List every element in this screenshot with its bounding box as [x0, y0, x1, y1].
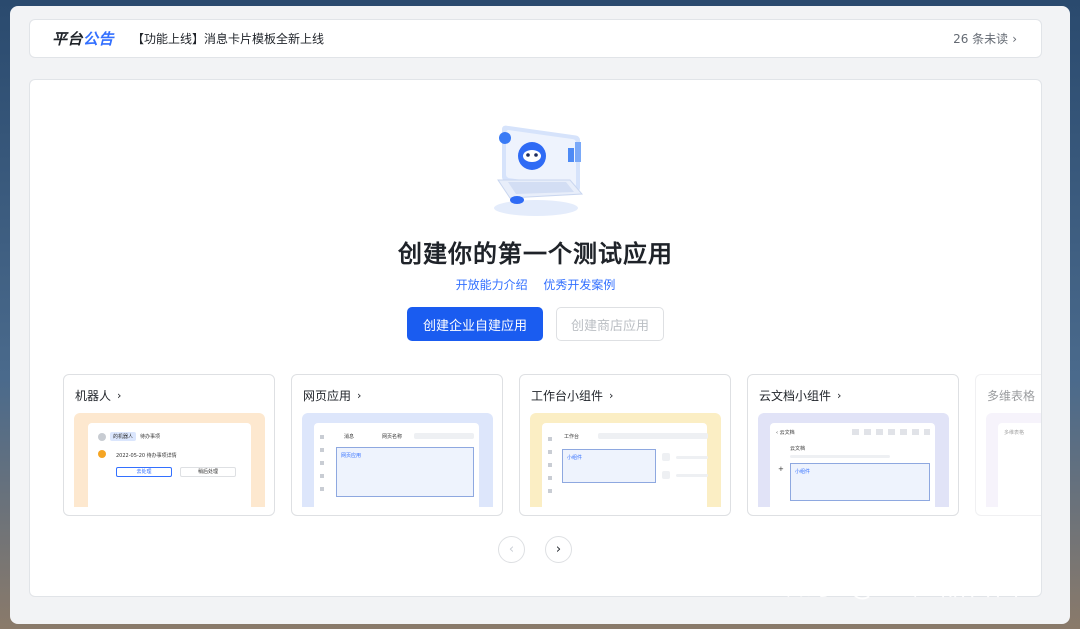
chevron-right-icon: ›	[555, 542, 562, 557]
chevron-left-icon: ‹	[508, 542, 515, 557]
create-store-app-button[interactable]: 创建商店应用	[556, 307, 664, 341]
unread-count: 26 条未读	[953, 32, 1009, 46]
card-multidim-table[interactable]: 多维表格 多维表格	[975, 374, 1041, 516]
card-doc-widget[interactable]: 云文档小组件 › ‹ 云文档 云文档 + 小组件	[747, 374, 959, 516]
toolbar-icons	[852, 429, 930, 435]
help-links: 开放能力介绍 优秀开发案例	[30, 276, 1041, 293]
chevron-right-icon: ›	[837, 389, 842, 402]
sidebar-icons	[320, 435, 324, 495]
later-button: 稍后处理	[180, 467, 236, 477]
search-bar	[414, 433, 474, 439]
sidebar-icons	[548, 437, 552, 495]
doc-body-title: 云文档	[790, 446, 806, 452]
widget-frame: 小组件	[562, 449, 656, 483]
doc-line	[790, 455, 890, 458]
announcement-brand: 平台公告	[52, 28, 114, 49]
preview-window: ‹ 云文档 云文档 + 小组件	[770, 423, 935, 507]
avatar	[98, 433, 106, 441]
preview-window: 工作台 小组件	[542, 423, 708, 507]
todo-date-line: 2022-05-20 待办事项详情	[116, 453, 177, 459]
doc-widget-label: 小组件	[795, 469, 811, 475]
card-preview: ‹ 云文档 云文档 + 小组件	[758, 413, 949, 507]
web-app-label: 网页应用	[341, 453, 362, 459]
card-workbench-widget[interactable]: 工作台小组件 › 工作台 小组件	[519, 374, 731, 516]
card-title: 机器人	[75, 389, 112, 403]
card-label: 云文档小组件 ›	[759, 387, 841, 404]
placeholder-line	[676, 474, 708, 477]
placeholder-line	[676, 456, 708, 459]
card-label: 工作台小组件 ›	[531, 387, 613, 404]
chevron-right-icon: ›	[1012, 31, 1017, 46]
carousel-prev-button[interactable]: ‹	[498, 536, 525, 563]
plus-icon: +	[778, 465, 784, 473]
table-title: 多维表格	[1004, 430, 1025, 436]
card-label: 机器人 ›	[75, 387, 121, 404]
bot-tag: 待办事项	[140, 434, 161, 440]
card-preview: 多维表格	[986, 413, 1041, 507]
card-title: 工作台小组件	[531, 389, 604, 403]
placeholder-block	[662, 453, 670, 461]
web-app-frame: 网页应用	[336, 447, 474, 497]
carousel-next-button[interactable]: ›	[545, 536, 572, 563]
card-preview: 的机器人 待办事项 2022-05-20 待办事项详情 去处理 稍后处理	[74, 413, 265, 507]
chevron-right-icon: ›	[117, 389, 122, 402]
card-title: 多维表格	[987, 389, 1036, 403]
main-panel: 创建你的第一个测试应用 开放能力介绍 优秀开发案例 创建企业自建应用 创建商店应…	[29, 79, 1042, 597]
preview-window: 消息 网页名称 网页应用	[314, 423, 479, 507]
chevron-right-icon: ›	[357, 389, 362, 402]
create-enterprise-app-button[interactable]: 创建企业自建应用	[407, 307, 543, 341]
laptop-robot-illustration	[494, 125, 584, 216]
card-label: 多维表格	[987, 387, 1035, 404]
card-title: 网页应用	[303, 389, 352, 403]
widget-label: 小组件	[567, 455, 583, 461]
card-web-app[interactable]: 网页应用 › 消息 网页名称 网页应用	[291, 374, 503, 516]
unread-count-link[interactable]: 26 条未读 ›	[953, 30, 1017, 47]
announcement-message[interactable]: 【功能上线】消息卡片模板全新上线	[132, 30, 324, 47]
tab-workbench: 工作台	[564, 434, 580, 440]
announcement-bar[interactable]: 平台公告 【功能上线】消息卡片模板全新上线 26 条未读 ›	[29, 19, 1042, 58]
preview-window: 多维表格	[998, 423, 1041, 507]
bot-name-tag: 的机器人	[110, 432, 137, 441]
handle-button: 去处理	[116, 467, 172, 477]
card-preview: 工作台 小组件	[530, 413, 721, 507]
preview-window: 的机器人 待办事项 2022-05-20 待办事项详情 去处理 稍后处理	[88, 423, 251, 507]
search-bar	[598, 433, 708, 439]
tab-web-name: 网页名称	[382, 434, 403, 440]
card-robot[interactable]: 机器人 › 的机器人 待办事项 2022-05-20 待办事项详情 去处理 稍后…	[63, 374, 275, 516]
card-label: 网页应用 ›	[303, 387, 361, 404]
brand-text-part1: 平台	[52, 30, 84, 48]
tab-messages: 消息	[344, 434, 355, 440]
page-title: 创建你的第一个测试应用	[398, 240, 673, 268]
doc-title: ‹ 云文档	[776, 430, 795, 436]
placeholder-block	[662, 471, 670, 479]
card-preview: 消息 网页名称 网页应用	[302, 413, 493, 507]
brand-text-part2: 公告	[83, 30, 115, 48]
capability-intro-link[interactable]: 开放能力介绍	[456, 278, 528, 292]
watermark: 知乎 @AI 产品自由	[786, 572, 1021, 602]
doc-widget-frame: 小组件	[790, 463, 930, 501]
chevron-right-icon: ›	[609, 389, 614, 402]
bell-icon	[98, 450, 106, 458]
card-title: 云文档小组件	[759, 389, 832, 403]
dev-cases-link[interactable]: 优秀开发案例	[543, 278, 615, 292]
